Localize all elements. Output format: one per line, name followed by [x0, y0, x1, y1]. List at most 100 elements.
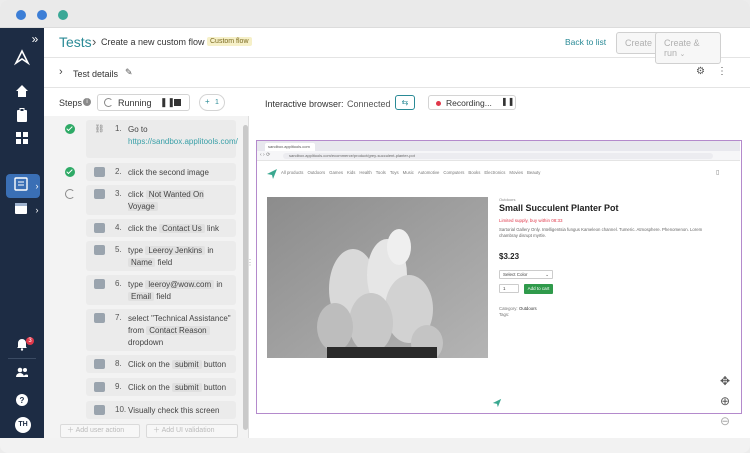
- steps-panel: ⛓ 1. Go to https://sandbox.applitools.com…: [44, 116, 249, 438]
- breadcrumb-root-link[interactable]: Tests: [59, 34, 92, 50]
- click-icon: [94, 359, 105, 369]
- browser-tab[interactable]: sandbox.applitools.com: [265, 143, 315, 151]
- step-number: 3.: [115, 189, 122, 198]
- grid-icon[interactable]: [13, 131, 31, 149]
- collapse-sidebar-icon[interactable]: »: [26, 30, 44, 48]
- more-options-icon[interactable]: ⋮: [717, 66, 727, 77]
- step-item[interactable]: 4. click the Contact Us link: [86, 219, 236, 237]
- step-item[interactable]: 2. click the second image: [86, 163, 236, 181]
- svg-text:?: ?: [20, 396, 25, 405]
- site-nav-link[interactable]: Movies: [509, 170, 523, 175]
- step-number: 4.: [115, 223, 122, 232]
- recording-dot-icon: [436, 101, 441, 106]
- help-icon[interactable]: ?: [13, 393, 31, 411]
- site-nav-link[interactable]: Outdoors: [307, 170, 325, 175]
- add-user-action-button[interactable]: ＋ Add user action: [60, 424, 140, 438]
- clipboard-icon[interactable]: [13, 108, 31, 126]
- step-value-chip: Leeroy Jenkins: [145, 246, 206, 255]
- window-titlebar: [0, 0, 750, 28]
- expand-chevron-icon[interactable]: ›: [59, 66, 63, 78]
- page-title: Create a new custom flow: [101, 37, 205, 47]
- minimize-window-button[interactable]: [37, 10, 47, 20]
- category-meta-label: Category:: [499, 306, 518, 311]
- site-nav-link[interactable]: Music: [403, 170, 414, 175]
- step-item[interactable]: 6. type leeroy@wow.com in Email field: [86, 275, 236, 305]
- step-item[interactable]: 7. select "Technical Assistance" from Co…: [86, 309, 236, 351]
- site-nav-link[interactable]: Kids: [347, 170, 355, 175]
- recording-control: Recording... ❚❚: [428, 95, 516, 110]
- close-window-button[interactable]: [16, 10, 26, 20]
- zoom-in-icon[interactable]: ⊕: [720, 394, 730, 408]
- click-icon: [94, 189, 105, 199]
- add-ui-validation-button[interactable]: ＋ Add UI validation: [146, 424, 238, 438]
- site-nav-link[interactable]: All products: [281, 170, 303, 175]
- settings-icon[interactable]: ⚙: [696, 66, 705, 77]
- select-color-dropdown[interactable]: Select Color ⌄: [499, 270, 553, 279]
- team-icon[interactable]: [13, 365, 31, 383]
- test-details-label[interactable]: Test details: [73, 69, 118, 79]
- step-connector: in: [216, 280, 223, 289]
- panel-resize-handle[interactable]: ⋮: [246, 258, 254, 272]
- category-meta-value[interactable]: Outdoors: [519, 306, 537, 311]
- step-suffix: dropdown: [128, 338, 164, 347]
- step-item[interactable]: 3. click Not Wanted On Voyage: [86, 185, 236, 215]
- maximize-window-button[interactable]: [58, 10, 68, 20]
- add-to-cart-button[interactable]: Add to cart: [524, 284, 553, 294]
- add-ui-validation-label: Add UI validation: [161, 427, 215, 434]
- plus-icon: ＋: [153, 427, 160, 434]
- edit-pencil-icon[interactable]: ✎: [125, 67, 133, 78]
- app-window: » › › 3 ? TH Tests › Create a new custom…: [0, 0, 750, 453]
- site-nav-link[interactable]: Books: [468, 170, 480, 175]
- step-item[interactable]: 9. Click on the submit button: [86, 378, 236, 396]
- home-icon[interactable]: [13, 84, 31, 102]
- step-item[interactable]: 8. Click on the submit button: [86, 355, 236, 373]
- tags-meta-label: Tags:: [499, 312, 510, 317]
- recording-label: Recording...: [446, 98, 492, 108]
- browser-nav-icons[interactable]: ‹ › ⟳: [260, 152, 270, 158]
- zoom-out-icon[interactable]: ⊖: [720, 414, 730, 428]
- step-number: 8.: [115, 359, 122, 368]
- step-number: 5.: [115, 245, 122, 254]
- user-avatar[interactable]: TH: [15, 417, 31, 433]
- step-item[interactable]: ⛓ 1. Go to https://sandbox.applitools.com…: [86, 120, 238, 158]
- step-success-icon: [65, 167, 75, 177]
- link-icon: ⛓: [94, 124, 105, 133]
- chevron-down-icon: ⌄: [545, 272, 549, 277]
- cart-icon[interactable]: ▯: [716, 169, 719, 176]
- app-logo[interactable]: [13, 48, 31, 66]
- step-item[interactable]: 5. type Leeroy Jenkins in Name field: [86, 241, 236, 271]
- step-action: Click on the: [128, 383, 170, 392]
- step-text: Click on the submit button: [128, 382, 232, 394]
- click-icon: [94, 167, 105, 177]
- quantity-stepper[interactable]: 1: [499, 284, 519, 293]
- move-icon[interactable]: ✥: [720, 374, 730, 388]
- step-item[interactable]: 10. Visually check this screen: [86, 401, 236, 419]
- interactive-browser-frame[interactable]: sandbox.applitools.com ‹ › ⟳ sandbox.app…: [256, 140, 742, 414]
- site-nav-link[interactable]: Computers: [443, 170, 464, 175]
- info-icon[interactable]: i: [83, 98, 91, 106]
- disconnect-icon[interactable]: ⇆: [395, 95, 415, 110]
- site-nav-link[interactable]: Health: [359, 170, 371, 175]
- step-suffix: button: [203, 360, 227, 369]
- select-color-label: Select Color: [503, 272, 528, 277]
- type-icon: [94, 245, 105, 255]
- step-suffix: button: [203, 383, 227, 392]
- site-nav-link[interactable]: Tools: [376, 170, 386, 175]
- product-image[interactable]: [267, 197, 488, 361]
- site-nav-link[interactable]: Beauty: [527, 170, 540, 175]
- site-nav-link[interactable]: Electronics: [484, 170, 505, 175]
- stop-icon[interactable]: [174, 99, 181, 106]
- add-step-button[interactable]: + 1: [199, 94, 225, 111]
- breadcrumb-separator: ›: [92, 34, 97, 49]
- site-nav-link[interactable]: Automotive: [418, 170, 440, 175]
- site-logo[interactable]: [266, 167, 278, 179]
- pause-recording-icon[interactable]: ❚❚: [501, 97, 514, 106]
- steps-scrollbar[interactable]: [243, 125, 248, 430]
- site-nav-link[interactable]: Toys: [390, 170, 399, 175]
- step-url-link[interactable]: https://sandbox.applitools.com/: [128, 137, 238, 146]
- back-to-list-link[interactable]: Back to list: [565, 37, 606, 47]
- sidebar: » › › 3 ? TH: [0, 28, 44, 438]
- browser-url-field[interactable]: sandbox.applitools.com/ecommerce/product…: [283, 153, 713, 159]
- pause-icon[interactable]: ❚❚: [160, 97, 175, 108]
- site-nav-link[interactable]: Games: [329, 170, 343, 175]
